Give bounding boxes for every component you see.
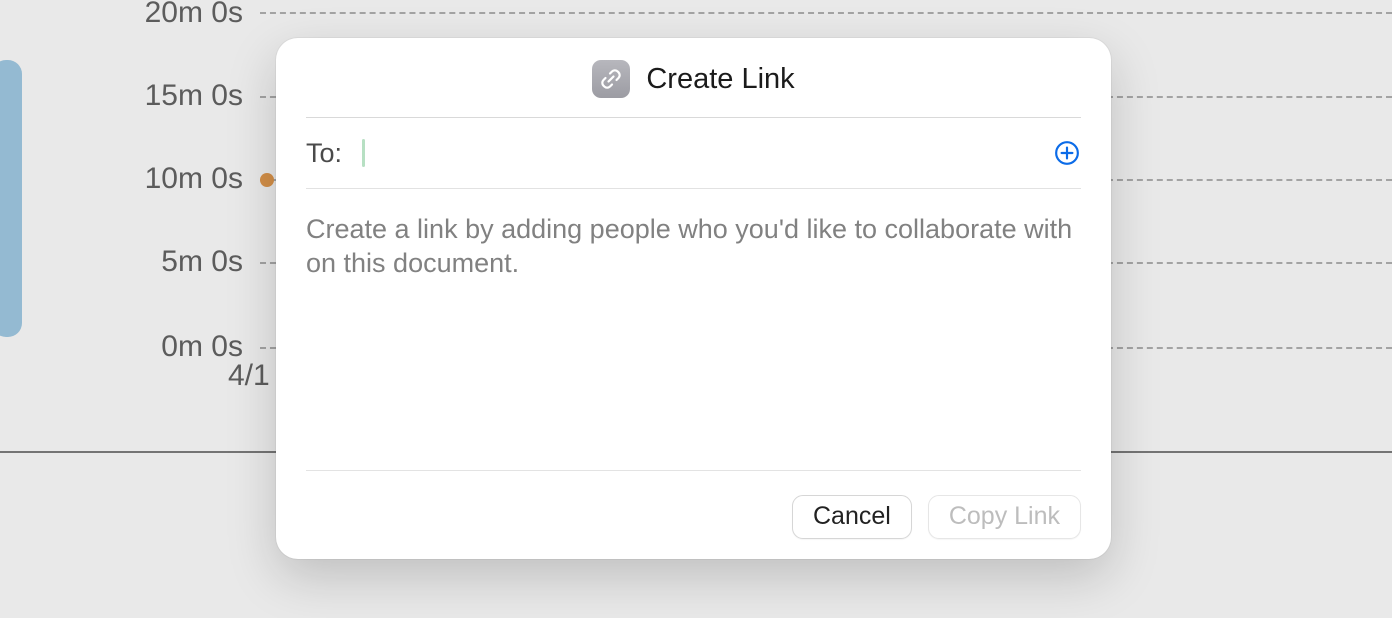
add-person-button[interactable]	[1053, 139, 1081, 167]
to-field-row: To:	[306, 118, 1081, 189]
to-input[interactable]	[358, 136, 712, 170]
text-cursor	[362, 139, 365, 167]
to-label: To:	[306, 138, 342, 169]
dialog-title: Create Link	[646, 63, 794, 96]
dialog-description: Create a link by adding people who you'd…	[306, 189, 1081, 470]
to-input-wrap[interactable]	[358, 136, 1037, 170]
copy-link-button[interactable]: Copy Link	[928, 495, 1081, 539]
create-link-dialog: Create Link To: Create a link by adding …	[276, 38, 1111, 559]
dialog-header: Create Link	[306, 60, 1081, 118]
link-icon	[592, 60, 630, 98]
cancel-button[interactable]: Cancel	[792, 495, 912, 539]
dialog-footer: Cancel Copy Link	[306, 470, 1081, 539]
plus-circle-icon	[1054, 140, 1080, 166]
